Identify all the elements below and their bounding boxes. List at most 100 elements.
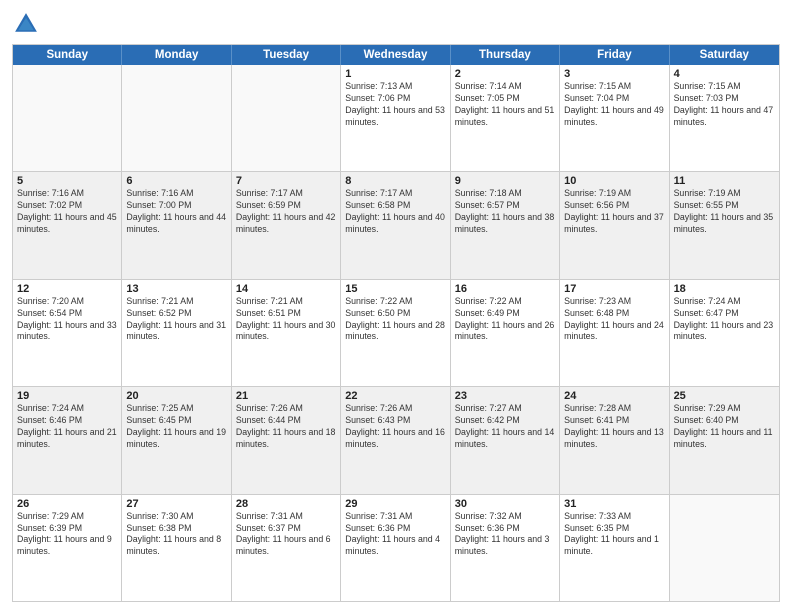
- day-number: 10: [564, 175, 664, 187]
- logo: [12, 10, 44, 38]
- day-info: Sunrise: 7:22 AM Sunset: 6:50 PM Dayligh…: [345, 296, 445, 344]
- day-cell-10: 10Sunrise: 7:19 AM Sunset: 6:56 PM Dayli…: [560, 172, 669, 278]
- logo-icon: [12, 10, 40, 38]
- day-info: Sunrise: 7:27 AM Sunset: 6:42 PM Dayligh…: [455, 403, 555, 451]
- day-info: Sunrise: 7:15 AM Sunset: 7:03 PM Dayligh…: [674, 81, 775, 129]
- day-cell-24: 24Sunrise: 7:28 AM Sunset: 6:41 PM Dayli…: [560, 387, 669, 493]
- day-number: 24: [564, 390, 664, 402]
- day-info: Sunrise: 7:24 AM Sunset: 6:47 PM Dayligh…: [674, 296, 775, 344]
- day-info: Sunrise: 7:24 AM Sunset: 6:46 PM Dayligh…: [17, 403, 117, 451]
- day-info: Sunrise: 7:20 AM Sunset: 6:54 PM Dayligh…: [17, 296, 117, 344]
- day-number: 7: [236, 175, 336, 187]
- header-cell-tuesday: Tuesday: [232, 45, 341, 65]
- day-number: 22: [345, 390, 445, 402]
- day-cell-27: 27Sunrise: 7:30 AM Sunset: 6:38 PM Dayli…: [122, 495, 231, 601]
- day-info: Sunrise: 7:25 AM Sunset: 6:45 PM Dayligh…: [126, 403, 226, 451]
- day-cell-16: 16Sunrise: 7:22 AM Sunset: 6:49 PM Dayli…: [451, 280, 560, 386]
- header-cell-sunday: Sunday: [13, 45, 122, 65]
- day-cell-14: 14Sunrise: 7:21 AM Sunset: 6:51 PM Dayli…: [232, 280, 341, 386]
- day-cell-21: 21Sunrise: 7:26 AM Sunset: 6:44 PM Dayli…: [232, 387, 341, 493]
- day-number: 4: [674, 68, 775, 80]
- calendar-body: 1Sunrise: 7:13 AM Sunset: 7:06 PM Daylig…: [13, 65, 779, 601]
- calendar-header: SundayMondayTuesdayWednesdayThursdayFrid…: [13, 45, 779, 65]
- day-number: 23: [455, 390, 555, 402]
- day-info: Sunrise: 7:31 AM Sunset: 6:37 PM Dayligh…: [236, 511, 336, 559]
- day-info: Sunrise: 7:16 AM Sunset: 7:02 PM Dayligh…: [17, 188, 117, 236]
- header-cell-saturday: Saturday: [670, 45, 779, 65]
- header-cell-thursday: Thursday: [451, 45, 560, 65]
- day-number: 9: [455, 175, 555, 187]
- day-cell-25: 25Sunrise: 7:29 AM Sunset: 6:40 PM Dayli…: [670, 387, 779, 493]
- day-number: 1: [345, 68, 445, 80]
- day-cell-20: 20Sunrise: 7:25 AM Sunset: 6:45 PM Dayli…: [122, 387, 231, 493]
- empty-cell: [122, 65, 231, 171]
- empty-cell: [670, 495, 779, 601]
- header-cell-friday: Friday: [560, 45, 669, 65]
- day-cell-9: 9Sunrise: 7:18 AM Sunset: 6:57 PM Daylig…: [451, 172, 560, 278]
- header-cell-wednesday: Wednesday: [341, 45, 450, 65]
- day-info: Sunrise: 7:22 AM Sunset: 6:49 PM Dayligh…: [455, 296, 555, 344]
- day-number: 30: [455, 498, 555, 510]
- day-number: 5: [17, 175, 117, 187]
- day-cell-5: 5Sunrise: 7:16 AM Sunset: 7:02 PM Daylig…: [13, 172, 122, 278]
- day-info: Sunrise: 7:19 AM Sunset: 6:56 PM Dayligh…: [564, 188, 664, 236]
- day-cell-30: 30Sunrise: 7:32 AM Sunset: 6:36 PM Dayli…: [451, 495, 560, 601]
- day-info: Sunrise: 7:21 AM Sunset: 6:51 PM Dayligh…: [236, 296, 336, 344]
- day-cell-6: 6Sunrise: 7:16 AM Sunset: 7:00 PM Daylig…: [122, 172, 231, 278]
- day-number: 16: [455, 283, 555, 295]
- day-number: 26: [17, 498, 117, 510]
- day-info: Sunrise: 7:30 AM Sunset: 6:38 PM Dayligh…: [126, 511, 226, 559]
- day-cell-3: 3Sunrise: 7:15 AM Sunset: 7:04 PM Daylig…: [560, 65, 669, 171]
- day-info: Sunrise: 7:29 AM Sunset: 6:39 PM Dayligh…: [17, 511, 117, 559]
- day-cell-1: 1Sunrise: 7:13 AM Sunset: 7:06 PM Daylig…: [341, 65, 450, 171]
- day-number: 20: [126, 390, 226, 402]
- day-cell-19: 19Sunrise: 7:24 AM Sunset: 6:46 PM Dayli…: [13, 387, 122, 493]
- empty-cell: [232, 65, 341, 171]
- day-number: 11: [674, 175, 775, 187]
- day-cell-7: 7Sunrise: 7:17 AM Sunset: 6:59 PM Daylig…: [232, 172, 341, 278]
- empty-cell: [13, 65, 122, 171]
- day-info: Sunrise: 7:14 AM Sunset: 7:05 PM Dayligh…: [455, 81, 555, 129]
- calendar: SundayMondayTuesdayWednesdayThursdayFrid…: [12, 44, 780, 602]
- day-number: 2: [455, 68, 555, 80]
- day-cell-18: 18Sunrise: 7:24 AM Sunset: 6:47 PM Dayli…: [670, 280, 779, 386]
- header-cell-monday: Monday: [122, 45, 231, 65]
- day-cell-4: 4Sunrise: 7:15 AM Sunset: 7:03 PM Daylig…: [670, 65, 779, 171]
- day-number: 28: [236, 498, 336, 510]
- calendar-row-2: 12Sunrise: 7:20 AM Sunset: 6:54 PM Dayli…: [13, 280, 779, 387]
- day-cell-15: 15Sunrise: 7:22 AM Sunset: 6:50 PM Dayli…: [341, 280, 450, 386]
- day-number: 29: [345, 498, 445, 510]
- day-number: 18: [674, 283, 775, 295]
- day-number: 31: [564, 498, 664, 510]
- day-info: Sunrise: 7:26 AM Sunset: 6:44 PM Dayligh…: [236, 403, 336, 451]
- calendar-row-4: 26Sunrise: 7:29 AM Sunset: 6:39 PM Dayli…: [13, 495, 779, 601]
- day-info: Sunrise: 7:26 AM Sunset: 6:43 PM Dayligh…: [345, 403, 445, 451]
- day-info: Sunrise: 7:28 AM Sunset: 6:41 PM Dayligh…: [564, 403, 664, 451]
- day-cell-28: 28Sunrise: 7:31 AM Sunset: 6:37 PM Dayli…: [232, 495, 341, 601]
- day-cell-8: 8Sunrise: 7:17 AM Sunset: 6:58 PM Daylig…: [341, 172, 450, 278]
- day-cell-31: 31Sunrise: 7:33 AM Sunset: 6:35 PM Dayli…: [560, 495, 669, 601]
- day-info: Sunrise: 7:21 AM Sunset: 6:52 PM Dayligh…: [126, 296, 226, 344]
- day-info: Sunrise: 7:31 AM Sunset: 6:36 PM Dayligh…: [345, 511, 445, 559]
- day-cell-11: 11Sunrise: 7:19 AM Sunset: 6:55 PM Dayli…: [670, 172, 779, 278]
- day-cell-12: 12Sunrise: 7:20 AM Sunset: 6:54 PM Dayli…: [13, 280, 122, 386]
- calendar-row-1: 5Sunrise: 7:16 AM Sunset: 7:02 PM Daylig…: [13, 172, 779, 279]
- day-info: Sunrise: 7:17 AM Sunset: 6:59 PM Dayligh…: [236, 188, 336, 236]
- day-info: Sunrise: 7:16 AM Sunset: 7:00 PM Dayligh…: [126, 188, 226, 236]
- day-info: Sunrise: 7:32 AM Sunset: 6:36 PM Dayligh…: [455, 511, 555, 559]
- day-info: Sunrise: 7:15 AM Sunset: 7:04 PM Dayligh…: [564, 81, 664, 129]
- day-number: 19: [17, 390, 117, 402]
- header: [12, 10, 780, 38]
- day-number: 8: [345, 175, 445, 187]
- day-number: 14: [236, 283, 336, 295]
- day-number: 12: [17, 283, 117, 295]
- day-cell-29: 29Sunrise: 7:31 AM Sunset: 6:36 PM Dayli…: [341, 495, 450, 601]
- day-number: 6: [126, 175, 226, 187]
- day-number: 15: [345, 283, 445, 295]
- day-cell-17: 17Sunrise: 7:23 AM Sunset: 6:48 PM Dayli…: [560, 280, 669, 386]
- day-cell-26: 26Sunrise: 7:29 AM Sunset: 6:39 PM Dayli…: [13, 495, 122, 601]
- day-cell-22: 22Sunrise: 7:26 AM Sunset: 6:43 PM Dayli…: [341, 387, 450, 493]
- day-number: 13: [126, 283, 226, 295]
- day-number: 3: [564, 68, 664, 80]
- page: SundayMondayTuesdayWednesdayThursdayFrid…: [0, 0, 792, 612]
